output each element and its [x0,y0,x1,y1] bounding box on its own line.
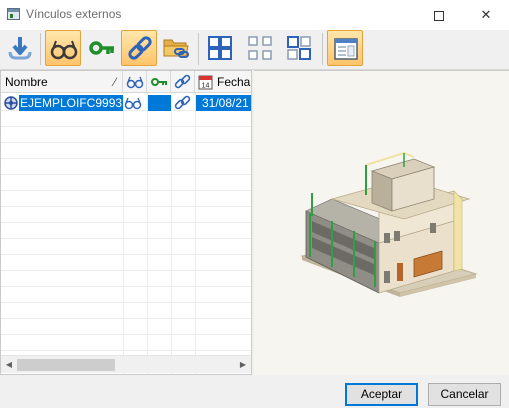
view-button[interactable] [45,30,81,66]
scroll-left-icon[interactable]: ◀ [1,356,17,374]
table-row[interactable]: EJEMPLOIFC9993.ifc 31/08/21 1 [1,95,251,111]
empty-row [1,143,251,159]
maximize-button[interactable] [416,0,462,30]
horizontal-scrollbar[interactable]: ◀ ▶ [1,355,251,373]
window-title: Vínculos externos [26,7,122,21]
scroll-right-icon[interactable]: ▶ [235,356,251,374]
list-header: Nombre ⁄ 14 Fecha [1,71,251,93]
chain-link-icon [174,74,191,89]
row-name-cell[interactable]: EJEMPLOIFC9993.ifc [19,95,123,111]
column-header-view[interactable] [123,71,147,93]
row-date-cell[interactable]: 31/08/21 1 [196,95,251,111]
empty-row [1,207,251,223]
layout-grid-button[interactable] [242,30,278,66]
row-link-cell[interactable] [172,95,195,111]
empty-row [1,239,251,255]
row-key-cell[interactable] [148,95,171,111]
glasses-icon [50,40,78,60]
folder-link-button[interactable] [158,30,194,66]
key-icon [89,41,114,55]
model-preview-panel[interactable] [254,70,509,375]
calendar-day-text: 14 [202,83,210,90]
empty-row [1,335,251,351]
download-arrow-icon [8,37,32,60]
column-label-fecha: Fecha [217,75,251,89]
empty-row [1,175,251,191]
calendar-icon: 14 [198,75,213,90]
grid-four-icon [208,36,232,60]
column-header-link[interactable] [171,71,195,93]
empty-row [1,255,251,271]
key-icon [151,78,167,86]
layout-four-button[interactable] [202,30,238,66]
empty-row [1,127,251,143]
maximize-icon [434,10,444,21]
link-button[interactable] [121,30,157,66]
column-header-fecha[interactable]: 14 Fecha [195,71,251,93]
cancel-button[interactable]: Cancelar [428,383,501,406]
scroll-thumb[interactable] [17,359,115,371]
import-button[interactable] [2,30,38,66]
toolbar [0,30,509,70]
close-icon: ✕ [480,7,492,22]
column-header-nombre[interactable]: Nombre ⁄ [1,71,123,93]
linked-files-list[interactable]: Nombre ⁄ 14 Fecha EJEMPLOIFC9993 31/08/2… [0,70,252,375]
grid-mixed-icon [287,36,311,60]
title-bar: Vínculos externos ✕ [0,0,509,30]
window-panel-icon [334,38,358,60]
accept-button[interactable]: Aceptar [345,383,418,406]
row-view-cell[interactable] [124,95,146,111]
chain-link-icon [174,95,191,110]
empty-row [1,287,251,303]
toolbar-separator [40,33,41,65]
empty-row [1,319,251,335]
preview-panel-button[interactable] [327,30,363,66]
toolbar-separator [198,33,199,65]
empty-row [1,303,251,319]
glasses-icon [126,76,144,89]
key-button[interactable] [84,30,120,66]
empty-row [1,111,251,127]
layout-mixed-button[interactable] [281,30,317,66]
empty-row [1,271,251,287]
app-window-icon [7,8,20,20]
empty-row [1,159,251,175]
empty-row [1,223,251,239]
column-label-nombre: Nombre [5,75,48,89]
close-button[interactable]: ✕ [463,0,509,30]
chain-link-icon [128,36,152,60]
building-model-preview [300,151,478,297]
empty-row [1,191,251,207]
ifc-file-icon [3,95,19,111]
sort-indicator: ⁄ [113,75,116,89]
grid-six-icon [248,36,272,60]
column-header-key[interactable] [147,71,171,93]
folder-link-icon [163,39,189,58]
toolbar-separator [322,33,323,65]
glasses-icon [124,97,142,110]
